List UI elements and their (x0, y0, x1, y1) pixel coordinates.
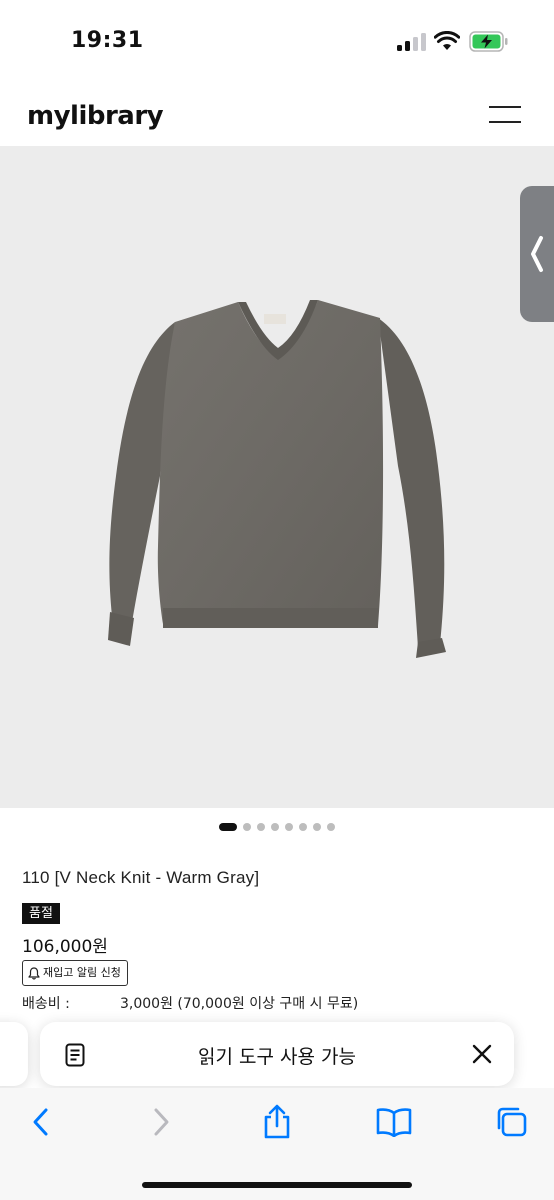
sweater-image (108, 300, 446, 658)
wifi-icon (434, 31, 460, 50)
bell-icon (28, 966, 40, 980)
home-indicator (142, 1182, 412, 1188)
hamburger-menu-icon[interactable] (489, 106, 521, 124)
share-icon (264, 1104, 290, 1139)
status-time: 19:31 (71, 28, 144, 53)
product-image[interactable] (0, 146, 554, 808)
product-price: 106,000원 (22, 937, 108, 957)
side-panel-tab[interactable] (520, 186, 554, 322)
status-bar: 19:31 (0, 0, 554, 84)
site-header: mylibrary (0, 84, 554, 146)
chevron-left-icon (531, 236, 543, 272)
close-icon[interactable] (472, 1044, 492, 1064)
bookmarks-button[interactable] (372, 1104, 416, 1140)
site-logo[interactable]: mylibrary (27, 101, 164, 131)
carousel-dot[interactable] (285, 823, 293, 831)
tabs-button[interactable] (489, 1104, 533, 1140)
carousel-dot[interactable] (299, 823, 307, 831)
restock-notify-button[interactable]: 재입고 알림 신청 (22, 960, 128, 986)
reader-available-banner[interactable]: 읽기 도구 사용 가능 (40, 1022, 514, 1086)
back-icon (33, 1108, 48, 1136)
reader-banner-text: 읽기 도구 사용 가능 (198, 1046, 356, 1068)
restock-notify-label: 재입고 알림 신청 (43, 966, 121, 979)
carousel-dot[interactable] (243, 823, 251, 831)
tabs-icon (497, 1107, 527, 1137)
carousel-dot[interactable] (219, 823, 237, 831)
shipping-label: 배송비 : (22, 996, 70, 1012)
forward-button[interactable] (139, 1104, 183, 1140)
product-name: 110 [V Neck Knit - Warm Gray] (22, 868, 260, 887)
shipping-value: 3,000원 (70,000원 이상 구매 시 무료) (120, 996, 359, 1012)
carousel-dot[interactable] (327, 823, 335, 831)
share-button[interactable] (255, 1104, 299, 1140)
back-button[interactable] (19, 1104, 63, 1140)
bookmarks-icon (376, 1108, 412, 1137)
soldout-badge: 품절 (22, 903, 60, 924)
carousel-dot[interactable] (257, 823, 265, 831)
carousel-dot[interactable] (313, 823, 321, 831)
carousel-dots (0, 822, 554, 832)
cellular-signal-icon (397, 33, 427, 51)
battery-charging-icon (469, 31, 508, 52)
carousel-dot[interactable] (271, 823, 279, 831)
previous-banner-card (0, 1022, 28, 1086)
forward-icon (154, 1108, 169, 1136)
